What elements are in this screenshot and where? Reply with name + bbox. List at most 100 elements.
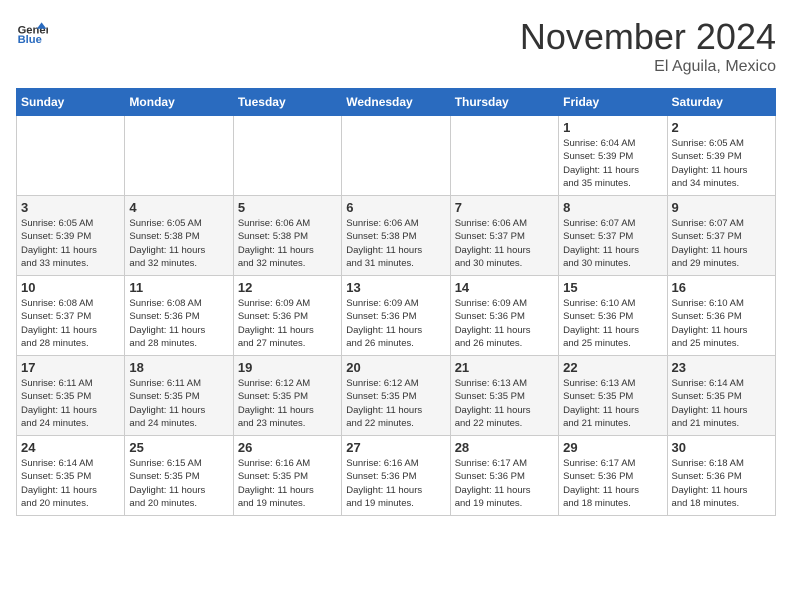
calendar-cell: 11 Sunrise: 6:08 AM Sunset: 5:36 PM Dayli… [125,276,233,356]
calendar-cell: 13 Sunrise: 6:09 AM Sunset: 5:36 PM Dayli… [342,276,450,356]
day-info: Sunrise: 6:13 AM Sunset: 5:35 PM Dayligh… [563,377,662,430]
day-info: Sunrise: 6:15 AM Sunset: 5:35 PM Dayligh… [129,457,228,510]
day-number: 3 [21,200,120,215]
calendar-cell: 18 Sunrise: 6:11 AM Sunset: 5:35 PM Dayli… [125,356,233,436]
calendar-table: SundayMondayTuesdayWednesdayThursdayFrid… [16,88,776,516]
calendar-cell: 20 Sunrise: 6:12 AM Sunset: 5:35 PM Dayli… [342,356,450,436]
day-number: 21 [455,360,554,375]
calendar-cell: 24 Sunrise: 6:14 AM Sunset: 5:35 PM Dayli… [17,436,125,516]
day-info: Sunrise: 6:11 AM Sunset: 5:35 PM Dayligh… [129,377,228,430]
day-info: Sunrise: 6:14 AM Sunset: 5:35 PM Dayligh… [672,377,771,430]
calendar-cell: 1 Sunrise: 6:04 AM Sunset: 5:39 PM Daylig… [559,116,667,196]
calendar-cell: 4 Sunrise: 6:05 AM Sunset: 5:38 PM Daylig… [125,196,233,276]
calendar-cell: 7 Sunrise: 6:06 AM Sunset: 5:37 PM Daylig… [450,196,558,276]
day-info: Sunrise: 6:14 AM Sunset: 5:35 PM Dayligh… [21,457,120,510]
day-number: 23 [672,360,771,375]
calendar-cell: 27Sunrise: 6:16 AM Sunset: 5:36 PM Dayli… [342,436,450,516]
calendar-cell: 14 Sunrise: 6:09 AM Sunset: 5:36 PM Dayli… [450,276,558,356]
day-info: Sunrise: 6:08 AM Sunset: 5:36 PM Dayligh… [129,297,228,350]
weekday-header-thursday: Thursday [450,89,558,116]
location-title: El Aguila, Mexico [520,58,776,76]
title-area: November 2024 El Aguila, Mexico [520,16,776,76]
day-number: 18 [129,360,228,375]
calendar-cell: 30 Sunrise: 6:18 AM Sunset: 5:36 PM Dayli… [667,436,775,516]
calendar-cell: 29Sunrise: 6:17 AM Sunset: 5:36 PM Dayli… [559,436,667,516]
day-info: Sunrise: 6:06 AM Sunset: 5:38 PM Dayligh… [238,217,337,270]
calendar-cell [17,116,125,196]
day-info: Sunrise: 6:18 AM Sunset: 5:36 PM Dayligh… [672,457,771,510]
weekday-header-friday: Friday [559,89,667,116]
day-number: 15 [563,280,662,295]
day-number: 27 [346,440,445,455]
weekday-header-tuesday: Tuesday [233,89,341,116]
calendar-cell: 21 Sunrise: 6:13 AM Sunset: 5:35 PM Dayli… [450,356,558,436]
day-info: Sunrise: 6:05 AM Sunset: 5:38 PM Dayligh… [129,217,228,270]
weekday-header-monday: Monday [125,89,233,116]
weekday-header-sunday: Sunday [17,89,125,116]
day-info: Sunrise: 6:09 AM Sunset: 5:36 PM Dayligh… [238,297,337,350]
day-number: 11 [129,280,228,295]
day-number: 6 [346,200,445,215]
day-number: 1 [563,120,662,135]
day-number: 30 [672,440,771,455]
day-info: Sunrise: 6:07 AM Sunset: 5:37 PM Dayligh… [563,217,662,270]
calendar-cell: 15 Sunrise: 6:10 AM Sunset: 5:36 PM Dayli… [559,276,667,356]
day-info: Sunrise: 6:05 AM Sunset: 5:39 PM Dayligh… [672,137,771,190]
calendar-cell: 5 Sunrise: 6:06 AM Sunset: 5:38 PM Daylig… [233,196,341,276]
day-number: 2 [672,120,771,135]
day-number: 13 [346,280,445,295]
calendar-cell: 25 Sunrise: 6:15 AM Sunset: 5:35 PM Dayli… [125,436,233,516]
day-number: 29 [563,440,662,455]
day-info: Sunrise: 6:06 AM Sunset: 5:38 PM Dayligh… [346,217,445,270]
day-info: Sunrise: 6:17 AM Sunset: 5:36 PM Dayligh… [455,457,554,510]
day-number: 22 [563,360,662,375]
day-number: 8 [563,200,662,215]
day-info: Sunrise: 6:16 AM Sunset: 5:35 PM Dayligh… [238,457,337,510]
day-info: Sunrise: 6:12 AM Sunset: 5:35 PM Dayligh… [346,377,445,430]
day-info: Sunrise: 6:11 AM Sunset: 5:35 PM Dayligh… [21,377,120,430]
svg-text:Blue: Blue [18,34,42,46]
calendar-cell [233,116,341,196]
day-info: Sunrise: 6:12 AM Sunset: 5:35 PM Dayligh… [238,377,337,430]
day-number: 5 [238,200,337,215]
day-info: Sunrise: 6:09 AM Sunset: 5:36 PM Dayligh… [346,297,445,350]
logo: General Blue [16,16,48,48]
weekday-header-wednesday: Wednesday [342,89,450,116]
day-info: Sunrise: 6:06 AM Sunset: 5:37 PM Dayligh… [455,217,554,270]
day-info: Sunrise: 6:10 AM Sunset: 5:36 PM Dayligh… [563,297,662,350]
calendar-cell: 6 Sunrise: 6:06 AM Sunset: 5:38 PM Daylig… [342,196,450,276]
day-number: 16 [672,280,771,295]
day-number: 14 [455,280,554,295]
calendar-cell: 17 Sunrise: 6:11 AM Sunset: 5:35 PM Dayli… [17,356,125,436]
day-number: 20 [346,360,445,375]
calendar-cell: 26 Sunrise: 6:16 AM Sunset: 5:35 PM Dayli… [233,436,341,516]
calendar-cell: 16Sunrise: 6:10 AM Sunset: 5:36 PM Dayli… [667,276,775,356]
calendar-cell: 22 Sunrise: 6:13 AM Sunset: 5:35 PM Dayli… [559,356,667,436]
day-info: Sunrise: 6:08 AM Sunset: 5:37 PM Dayligh… [21,297,120,350]
day-number: 28 [455,440,554,455]
day-number: 12 [238,280,337,295]
day-info: Sunrise: 6:09 AM Sunset: 5:36 PM Dayligh… [455,297,554,350]
calendar-cell [450,116,558,196]
day-number: 7 [455,200,554,215]
day-number: 10 [21,280,120,295]
day-info: Sunrise: 6:07 AM Sunset: 5:37 PM Dayligh… [672,217,771,270]
day-number: 4 [129,200,228,215]
calendar-cell: 2 Sunrise: 6:05 AM Sunset: 5:39 PM Daylig… [667,116,775,196]
calendar-cell: 12 Sunrise: 6:09 AM Sunset: 5:36 PM Dayli… [233,276,341,356]
calendar-cell: 9Sunrise: 6:07 AM Sunset: 5:37 PM Daylig… [667,196,775,276]
day-number: 24 [21,440,120,455]
logo-icon: General Blue [16,16,48,48]
page-header: General Blue November 2024 El Aguila, Me… [16,16,776,76]
month-title: November 2024 [520,16,776,58]
calendar-cell: 8 Sunrise: 6:07 AM Sunset: 5:37 PM Daylig… [559,196,667,276]
day-info: Sunrise: 6:05 AM Sunset: 5:39 PM Dayligh… [21,217,120,270]
day-number: 17 [21,360,120,375]
day-number: 25 [129,440,228,455]
weekday-header-saturday: Saturday [667,89,775,116]
calendar-cell: 3 Sunrise: 6:05 AM Sunset: 5:39 PM Daylig… [17,196,125,276]
day-info: Sunrise: 6:04 AM Sunset: 5:39 PM Dayligh… [563,137,662,190]
day-number: 26 [238,440,337,455]
calendar-cell [125,116,233,196]
day-info: Sunrise: 6:13 AM Sunset: 5:35 PM Dayligh… [455,377,554,430]
